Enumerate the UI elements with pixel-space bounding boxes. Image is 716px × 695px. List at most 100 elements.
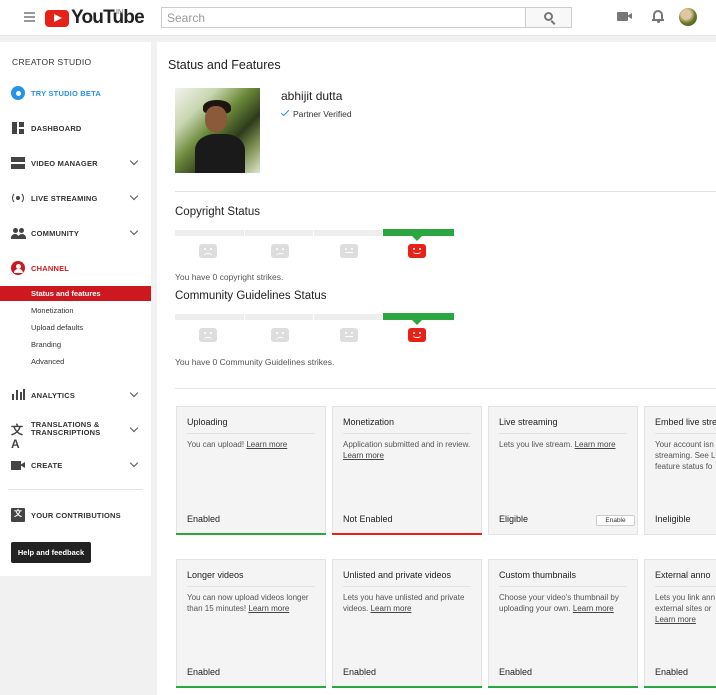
contributions-icon: 文 [11,508,25,522]
no-strike-face-icon [408,244,426,258]
channel-profile-image [175,88,260,173]
logo-text: YouTube [71,7,145,28]
feature-card-embed-live-stream: Embed live stre Your account isn streami… [644,406,716,535]
learn-more-link[interactable]: Learn more [575,440,616,449]
card-desc-text: feature status fo [655,462,713,471]
chevron-down-icon[interactable] [129,423,139,433]
card-desc-text: Lets you live stream. [499,440,573,449]
sidebar-item-create[interactable]: CREATE [0,455,151,475]
search-button[interactable] [526,7,572,28]
sidebar-sub-label: Upload defaults [31,323,84,332]
search-input[interactable]: Search [161,7,526,28]
card-desc-text: You can upload! [187,440,245,449]
copyright-strikes-text: You have 0 copyright strikes. [175,272,284,282]
strike-2-face-icon [271,244,289,258]
sidebar-item-label: CHANNEL [31,264,70,273]
sidebar-item-video-manager[interactable]: VIDEO MANAGER [0,153,151,173]
sidebar-sub-branding[interactable]: Branding [0,337,151,352]
community-strike-meter [175,313,454,325]
learn-more-link[interactable]: Learn more [655,614,716,625]
live-streaming-icon [11,191,25,205]
sidebar-item-try-studio-beta[interactable]: TRY STUDIO BETA [0,83,151,103]
card-status: Enabled [343,667,377,677]
chevron-down-icon[interactable] [129,156,139,166]
card-description: Lets you live stream. Learn more [499,439,631,450]
card-desc-text: Your account isn [655,440,714,449]
strike-3-face-icon [199,328,217,342]
sidebar-sub-label: Advanced [31,357,65,366]
feature-card-custom-thumbnails: Custom thumbnails Choose your video's th… [488,559,638,688]
video-manager-icon [11,156,25,170]
card-status: Eligible [499,514,529,524]
card-desc-text: external sites or [655,604,712,613]
card-status: Enabled [655,667,689,677]
divider [175,191,716,192]
divider [175,388,716,389]
sidebar-sub-advanced[interactable]: Advanced [0,354,151,369]
sidebar-item-live-streaming[interactable]: LIVE STREAMING [0,188,151,208]
sidebar-item-label: ANALYTICS [31,391,76,400]
card-title: Live streaming [499,417,558,427]
card-status: Enabled [499,667,533,677]
feature-card-uploading: Uploading You can upload! Learn more Ena… [176,406,326,535]
sidebar-item-label: VIDEO MANAGER [31,159,98,168]
sidebar-title: CREATOR STUDIO [12,57,92,67]
sidebar-item-analytics[interactable]: ANALYTICS [0,385,151,405]
status-bar [176,533,326,535]
help-feedback-button[interactable]: Help and feedback [11,542,91,563]
sidebar-item-dashboard[interactable]: DASHBOARD [0,118,151,138]
card-title: Custom thumbnails [499,570,577,580]
upload-video-icon[interactable] [617,12,632,21]
card-status: Ineligible [655,514,691,524]
sidebar-divider [8,489,143,490]
chevron-down-icon[interactable] [129,388,139,398]
sidebar-sub-status-and-features[interactable]: Status and features [0,286,151,301]
enable-button[interactable]: Enable [596,515,635,526]
page-title: Status and Features [168,58,281,72]
card-title: Monetization [343,417,395,427]
learn-more-link[interactable]: Learn more [246,440,287,449]
menu-icon[interactable] [24,12,35,22]
sidebar: CREATOR STUDIO TRY STUDIO BETA DASHBOARD… [0,42,151,576]
sidebar-sub-label: Monetization [31,306,74,315]
youtube-logo[interactable]: YouTube [45,7,145,28]
status-bar [176,686,326,688]
no-strike-face-icon [408,328,426,342]
sidebar-item-label: YOUR CONTRIBUTIONS [31,511,121,520]
sidebar-sub-monetization[interactable]: Monetization [0,303,151,318]
chevron-down-icon[interactable] [129,458,139,468]
translate-icon: 文A [11,423,24,451]
learn-more-link[interactable]: Learn more [371,604,412,613]
channel-icon [11,261,25,275]
avatar[interactable] [679,8,697,26]
dashboard-icon [11,121,25,135]
card-description: Lets you have unlisted and private video… [343,592,475,614]
card-desc-text: Lets you link ann [655,593,716,602]
chevron-down-icon[interactable] [129,191,139,201]
partner-verified: Partner Verified [280,107,352,119]
analytics-icon [11,388,25,402]
feature-card-live-streaming: Live streaming Lets you live stream. Lea… [488,406,638,535]
sidebar-item-channel[interactable]: CHANNEL [0,258,151,278]
check-icon [280,107,290,117]
sidebar-sub-upload-defaults[interactable]: Upload defaults [0,320,151,335]
feature-card-longer-videos: Longer videos You can now upload videos … [176,559,326,688]
card-description: Lets you link ann external sites or Lear… [655,592,716,625]
sidebar-item-community[interactable]: COMMUNITY [0,223,151,243]
sidebar-item-label: DASHBOARD [31,124,82,133]
country-code: IN [116,9,123,16]
learn-more-link[interactable]: Learn more [248,604,289,613]
learn-more-link[interactable]: Learn more [343,451,384,460]
notifications-icon[interactable] [652,10,664,23]
sidebar-item-your-contributions[interactable]: 文 YOUR CONTRIBUTIONS [0,505,151,525]
sidebar-item-label: LIVE STREAMING [31,194,98,203]
gear-icon [11,86,25,100]
learn-more-link[interactable]: Learn more [573,604,614,613]
sidebar-item-translations[interactable]: 文A TRANSLATIONS & TRANSCRIPTIONS [0,417,151,451]
chevron-down-icon[interactable] [129,226,139,236]
sidebar-sub-label: Branding [31,340,62,349]
copyright-status-title: Copyright Status [175,206,261,218]
card-description: You can now upload videos longer than 15… [187,592,319,614]
strike-1-face-icon [340,244,358,258]
card-status: Not Enabled [343,514,393,524]
